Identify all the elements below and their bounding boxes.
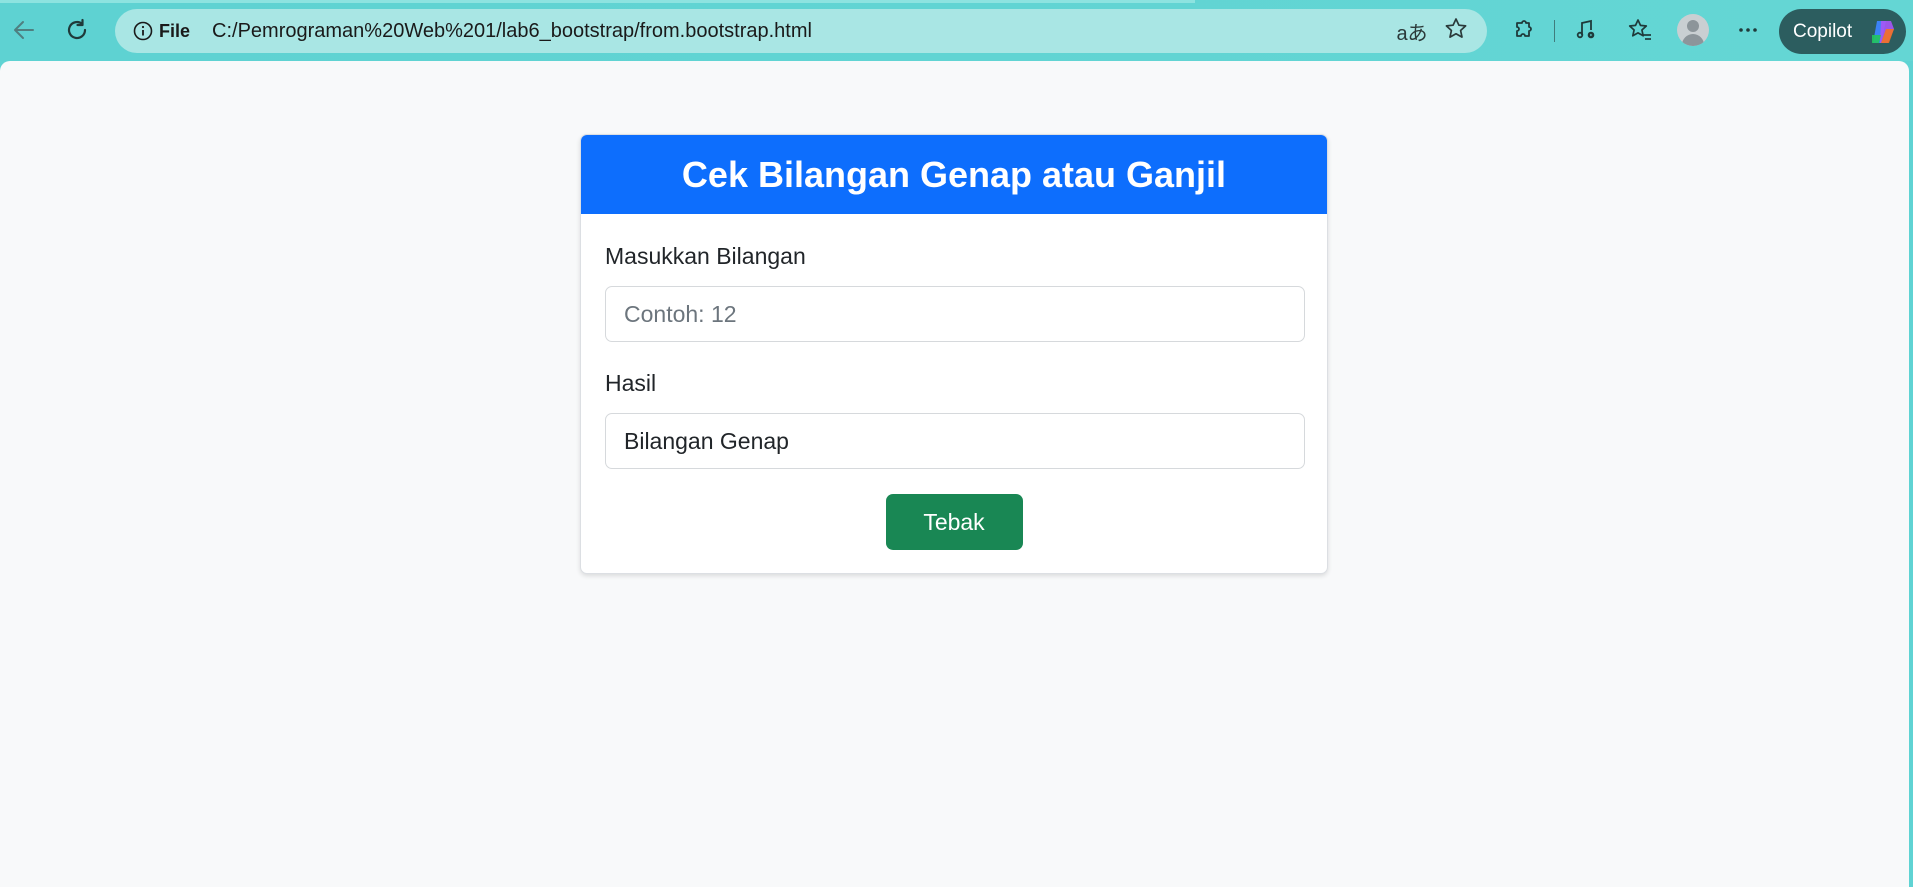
copilot-label: Copilot (1793, 20, 1853, 42)
copilot-icon (1868, 17, 1898, 47)
extensions-icon (1511, 17, 1537, 43)
read-aloud-button[interactable]: aあ (1396, 15, 1428, 47)
browser-toolbar: File C:/Pemrograman%20Web%201/lab6_boots… (0, 0, 1913, 61)
favorite-star-icon (1443, 16, 1469, 47)
back-arrow-icon (11, 17, 37, 43)
site-info-button[interactable]: File (127, 15, 196, 47)
result-field[interactable] (605, 413, 1305, 469)
favorites-icon (1627, 17, 1653, 43)
media-icon (1573, 17, 1599, 43)
result-group: Hasil (605, 369, 1305, 469)
result-label: Hasil (605, 370, 657, 396)
guess-button[interactable]: Tebak (885, 494, 1023, 550)
back-button[interactable] (6, 12, 42, 48)
input-label: Masukkan Bilangan (605, 243, 806, 269)
more-icon (1735, 17, 1761, 43)
copilot-button[interactable]: Copilot (1779, 9, 1906, 54)
toolbar-divider (1554, 20, 1555, 42)
read-aloud-icon: aあ (1396, 22, 1428, 45)
form-card: Cek Bilangan Genap atau Ganjil Masukkan … (580, 134, 1328, 574)
reload-icon (64, 17, 90, 43)
info-icon (133, 21, 153, 41)
avatar-head (1687, 20, 1699, 32)
button-wrapper: Tebak (605, 494, 1303, 550)
avatar-body (1682, 34, 1704, 46)
card-title: Cek Bilangan Genap atau Ganjil (581, 135, 1327, 214)
loading-progress (0, 0, 1195, 3)
number-input[interactable] (605, 286, 1305, 342)
reload-button[interactable] (59, 12, 95, 48)
more-button[interactable] (1730, 12, 1766, 48)
site-info-label: File (159, 20, 191, 41)
extensions-button[interactable] (1506, 12, 1542, 48)
favorites-button[interactable] (1622, 12, 1658, 48)
favorite-button[interactable] (1440, 15, 1472, 47)
page-viewport: Cek Bilangan Genap atau Ganjil Masukkan … (0, 61, 1909, 887)
address-bar[interactable]: File C:/Pemrograman%20Web%201/lab6_boots… (115, 9, 1487, 53)
media-button[interactable] (1568, 12, 1604, 48)
card-body: Masukkan Bilangan Hasil Tebak (581, 214, 1327, 550)
profile-icon[interactable] (1677, 14, 1709, 46)
url-text[interactable]: C:/Pemrograman%20Web%201/lab6_bootstrap/… (212, 20, 812, 43)
